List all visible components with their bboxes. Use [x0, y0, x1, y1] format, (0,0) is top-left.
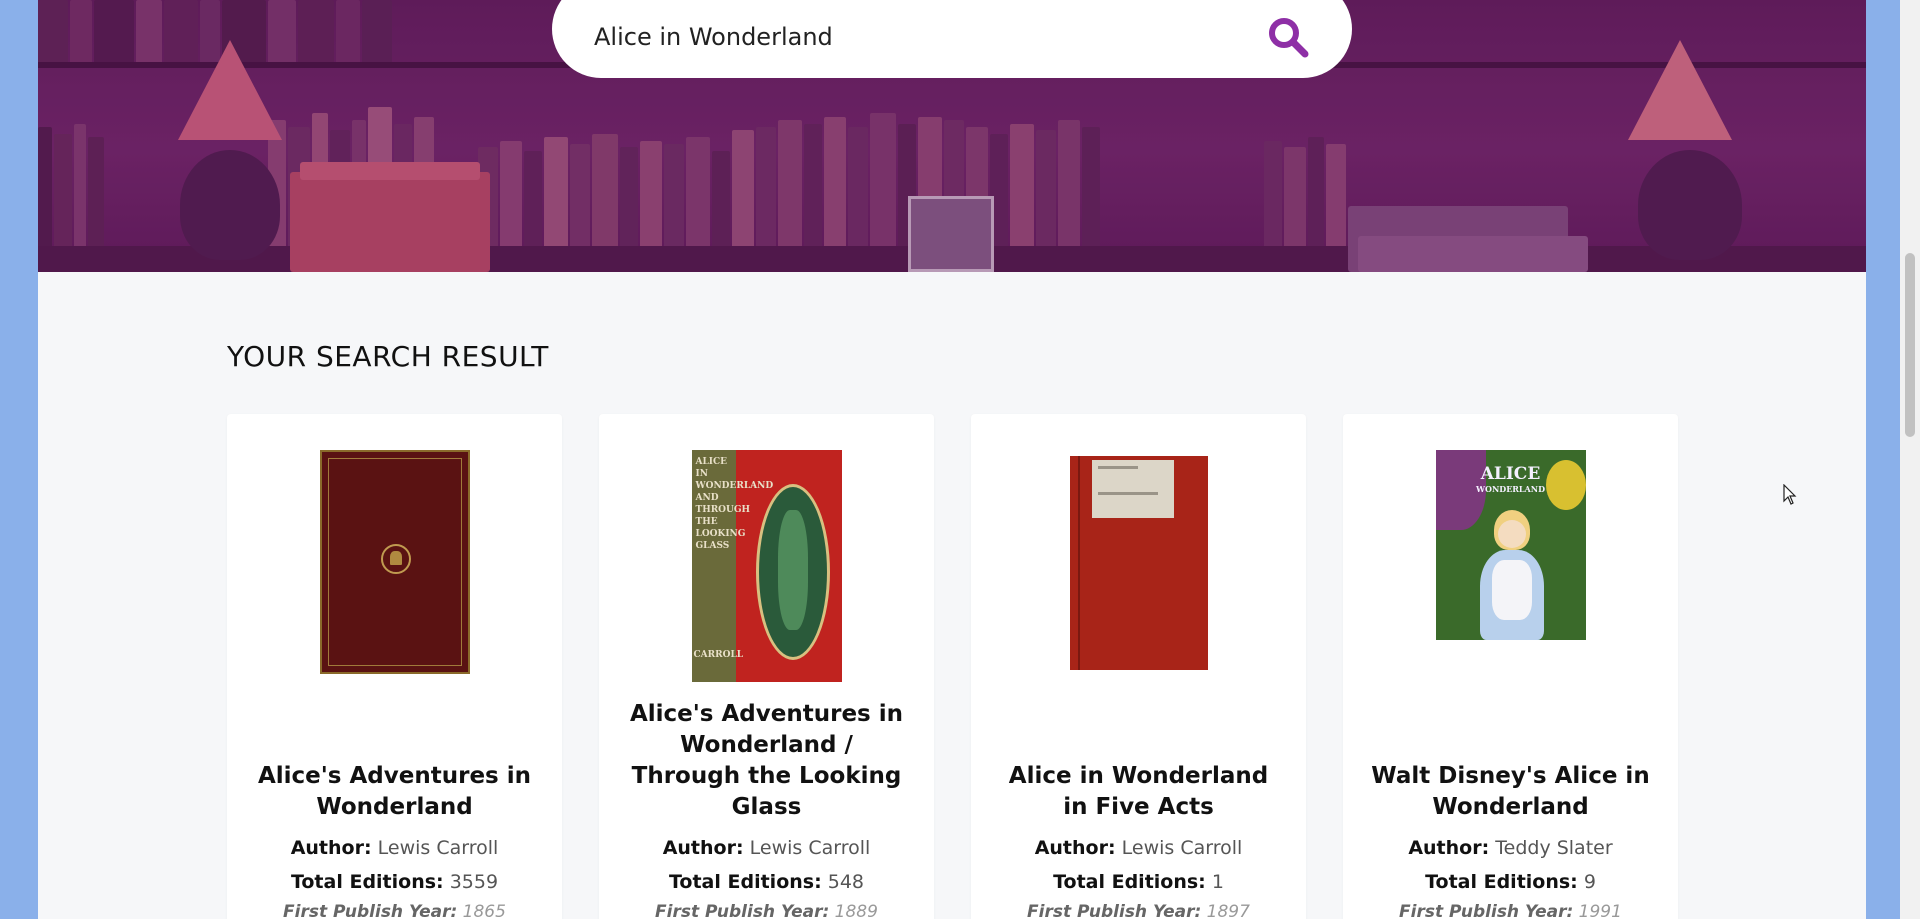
book-card[interactable]: ALICE IN WONDERLAND AND THROUGH THE LOOK… [599, 414, 934, 919]
page: YOUR SEARCH RESULT Alice's Adventures in… [38, 0, 1866, 919]
book-editions: Total Editions: 1 [1053, 871, 1224, 893]
book-title[interactable]: Alice in Wonderland in Five Acts [995, 761, 1282, 823]
book-author: Author: Lewis Carroll [1034, 837, 1243, 859]
book-first-year: First Publish Year: 1889 [655, 902, 878, 919]
magnifier-icon [1269, 18, 1309, 58]
results-heading: YOUR SEARCH RESULT [227, 340, 549, 373]
book-card[interactable]: Alice's Adventures in Wonderland Author:… [227, 414, 562, 919]
scrollbar[interactable] [1900, 0, 1920, 919]
book-cover: ALICE IN WONDERLAND AND THROUGH THE LOOK… [691, 450, 842, 682]
book-editions: Total Editions: 3559 [290, 871, 499, 893]
book-cover [319, 450, 470, 674]
book-editions: Total Editions: 9 [1425, 871, 1596, 893]
search-button[interactable] [1264, 13, 1312, 61]
book-title[interactable]: Walt Disney's Alice in Wonderland [1367, 761, 1654, 823]
search-bar [552, 0, 1352, 78]
scrollbar-thumb[interactable] [1905, 253, 1915, 437]
book-cover: ALICE WONDERLAND [1435, 450, 1586, 640]
book-card[interactable]: Alice in Wonderland in Five Acts Author:… [971, 414, 1306, 919]
book-cover [1069, 456, 1208, 670]
book-first-year: First Publish Year: 1991 [1399, 902, 1622, 919]
search-input[interactable] [594, 23, 1264, 51]
book-title[interactable]: Alice's Adventures in Wonderland [251, 761, 538, 823]
book-first-year: First Publish Year: 1897 [1027, 902, 1250, 919]
mouse-cursor-icon [1783, 484, 1797, 505]
book-author: Author: Lewis Carroll [290, 837, 499, 859]
book-editions: Total Editions: 548 [668, 871, 864, 893]
book-title[interactable]: Alice's Adventures in Wonderland / Throu… [623, 699, 910, 823]
book-author: Author: Lewis Carroll [662, 837, 871, 859]
book-card[interactable]: ALICE WONDERLAND Walt Disney's Alice in … [1343, 414, 1678, 919]
book-author: Author: Teddy Slater [1408, 837, 1613, 859]
book-first-year: First Publish Year: 1865 [283, 902, 506, 919]
